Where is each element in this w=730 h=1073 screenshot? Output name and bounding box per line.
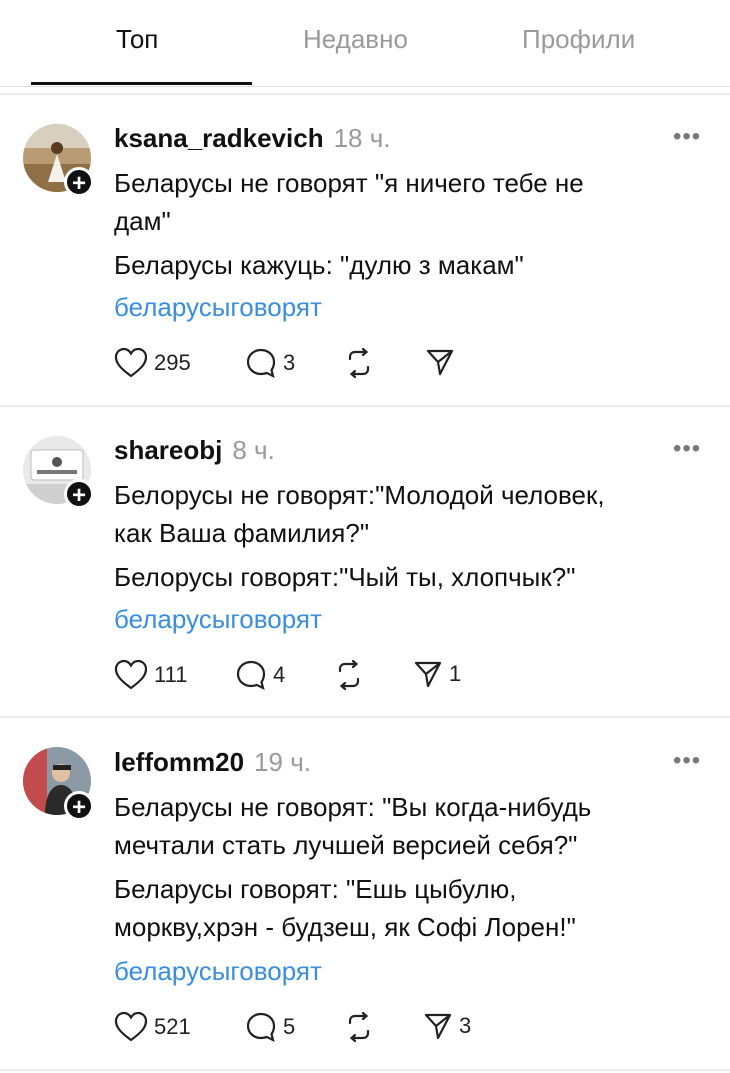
comment-icon xyxy=(246,1012,276,1043)
send-icon xyxy=(414,661,442,688)
share-count: 3 xyxy=(459,1013,472,1038)
hashtag-link[interactable]: беларусыговорят xyxy=(114,956,322,987)
reply-count: 4 xyxy=(273,662,286,687)
share-button[interactable]: 1 xyxy=(413,659,461,689)
divider xyxy=(0,405,730,407)
repost-icon xyxy=(348,1011,370,1043)
reply-count: 5 xyxy=(283,1014,296,1039)
username[interactable]: ksana_radkevich xyxy=(114,123,324,153)
post-text-line: Белорусы не говорят:"Молодой человек, xyxy=(114,480,605,510)
post-text-line: Беларусы говорят: "Ешь цыбулю, xyxy=(114,874,517,904)
more-icon[interactable]: ••• xyxy=(673,435,701,463)
comment-icon xyxy=(246,348,276,379)
repost-button[interactable] xyxy=(333,659,365,691)
post-time: 18 ч. xyxy=(333,123,391,153)
tab-bar: Топ Недавно Профили xyxy=(0,0,730,87)
post-time: 8 ч. xyxy=(232,435,275,465)
share-button[interactable] xyxy=(425,347,461,377)
post-header: leffomm20 19 ч. xyxy=(114,747,311,778)
like-count: 111 xyxy=(154,662,188,687)
active-tab-indicator xyxy=(31,82,252,85)
heart-icon xyxy=(114,659,148,690)
post-time: 19 ч. xyxy=(254,747,311,777)
reply-button[interactable]: 3 xyxy=(245,347,295,379)
share-button[interactable]: 3 xyxy=(423,1011,471,1041)
like-button[interactable]: 295 xyxy=(114,347,191,379)
username[interactable]: leffomm20 xyxy=(114,747,244,777)
heart-icon xyxy=(114,347,148,378)
like-count: 295 xyxy=(154,350,191,375)
post-text-line: мечтали стать лучшей версией себя?" xyxy=(114,830,578,860)
repost-icon xyxy=(338,659,360,691)
post-text-line: моркву,хрэн - будзеш, як Софі Лорен!" xyxy=(114,912,576,942)
like-button[interactable]: 521 xyxy=(114,1011,191,1043)
repost-button[interactable] xyxy=(343,1011,375,1043)
send-icon xyxy=(426,349,454,376)
reply-button[interactable]: 5 xyxy=(245,1011,295,1043)
post-text-line: Беларусы не говорят: "Вы когда-нибудь xyxy=(114,792,592,822)
reply-button[interactable]: 4 xyxy=(235,659,285,691)
hashtag-link[interactable]: беларусыговорят xyxy=(114,292,322,323)
post-header: shareobj 8 ч. xyxy=(114,435,275,466)
share-count: 1 xyxy=(449,661,462,686)
send-icon xyxy=(424,1013,452,1040)
follow-plus-icon[interactable]: + xyxy=(64,479,94,509)
post-text-line: Беларусы кажуць: "дулю з макам" xyxy=(114,250,524,280)
follow-plus-icon[interactable]: + xyxy=(64,791,94,821)
post-text-line: дам" xyxy=(114,206,171,236)
username[interactable]: shareobj xyxy=(114,435,222,465)
hashtag-link[interactable]: беларусыговорят xyxy=(114,604,322,635)
like-count: 521 xyxy=(154,1014,191,1039)
divider xyxy=(0,716,730,718)
follow-plus-icon[interactable]: + xyxy=(64,167,94,197)
comment-icon xyxy=(236,660,266,691)
tab-top[interactable]: Топ xyxy=(116,24,158,55)
heart-icon xyxy=(114,1011,148,1042)
post-text-line: как Ваша фамилия?" xyxy=(114,518,370,548)
tab-recent[interactable]: Недавно xyxy=(303,24,408,55)
reply-count: 3 xyxy=(283,350,296,375)
more-icon[interactable]: ••• xyxy=(673,747,701,775)
tab-profiles[interactable]: Профили xyxy=(522,24,635,55)
post-header: ksana_radkevich 18 ч. xyxy=(114,123,391,154)
post-text-line: Беларусы не говорят "я ничего тебе не xyxy=(114,168,584,198)
divider xyxy=(0,1069,730,1071)
more-icon[interactable]: ••• xyxy=(673,123,701,151)
divider xyxy=(0,93,730,95)
post-text-line: Белорусы говорят:"Чый ты, хлопчык?" xyxy=(114,562,576,592)
repost-icon xyxy=(348,347,370,379)
like-button[interactable]: 111 xyxy=(114,659,187,691)
repost-button[interactable] xyxy=(343,347,375,379)
